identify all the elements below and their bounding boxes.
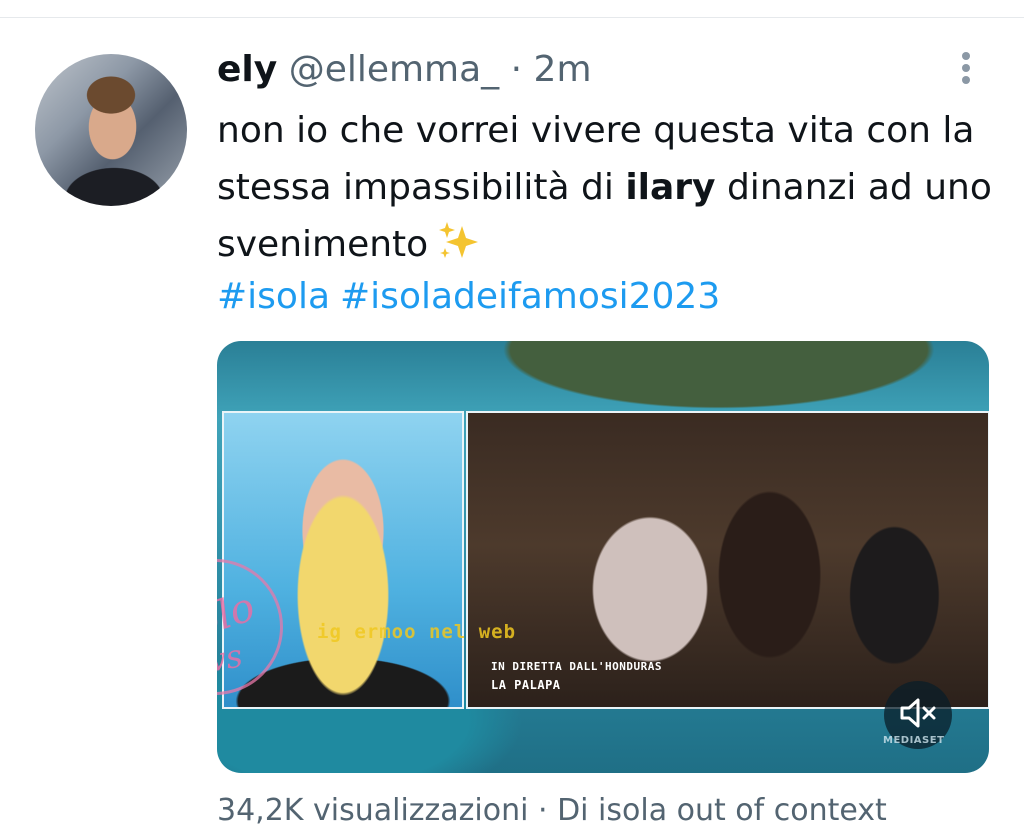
tweet-header: ely @ellemma_ · 2m bbox=[217, 50, 592, 90]
channel-label: MEDIASET bbox=[883, 735, 945, 746]
tweet-time[interactable]: 2m bbox=[534, 49, 592, 90]
footer-stats: 34,2K visualizzazioni · Di isola out of … bbox=[217, 793, 887, 828]
avatar[interactable] bbox=[35, 54, 187, 206]
video-scene-panel: IN DIRETTA DALL'HONDURAS LA PALAPA bbox=[466, 411, 989, 709]
watermark-text: ig ermoo nel web bbox=[317, 621, 517, 643]
hashtag-isola[interactable]: #isola bbox=[217, 276, 330, 317]
media-video[interactable]: IN DIRETTA DALL'HONDURAS LA PALAPA ig er… bbox=[217, 341, 989, 773]
top-divider bbox=[0, 17, 1024, 18]
hashtags: #isola #isoladeifamosi2023 bbox=[217, 270, 730, 324]
hashtag-isoladeifamosi2023[interactable]: #isoladeifamosi2023 bbox=[340, 276, 720, 317]
tweet-text-bold: ilary bbox=[625, 167, 716, 208]
live-caption-line2: LA PALAPA bbox=[491, 678, 561, 692]
more-vertical-icon[interactable] bbox=[952, 50, 980, 90]
live-caption-line1: IN DIRETTA DALL'HONDURAS bbox=[491, 660, 662, 673]
live-caption: IN DIRETTA DALL'HONDURAS LA PALAPA bbox=[491, 658, 662, 694]
author-name[interactable]: ely bbox=[217, 49, 277, 90]
header-separator: · bbox=[510, 49, 523, 90]
speaker-muted-icon bbox=[898, 697, 938, 733]
tweet-text: non io che vorrei vivere questa vita con… bbox=[217, 102, 997, 279]
author-handle[interactable]: @ellemma_ bbox=[289, 49, 500, 90]
watermark-logo-word3: News bbox=[217, 636, 246, 690]
watermark-logo-word2: delle bbox=[217, 622, 218, 636]
